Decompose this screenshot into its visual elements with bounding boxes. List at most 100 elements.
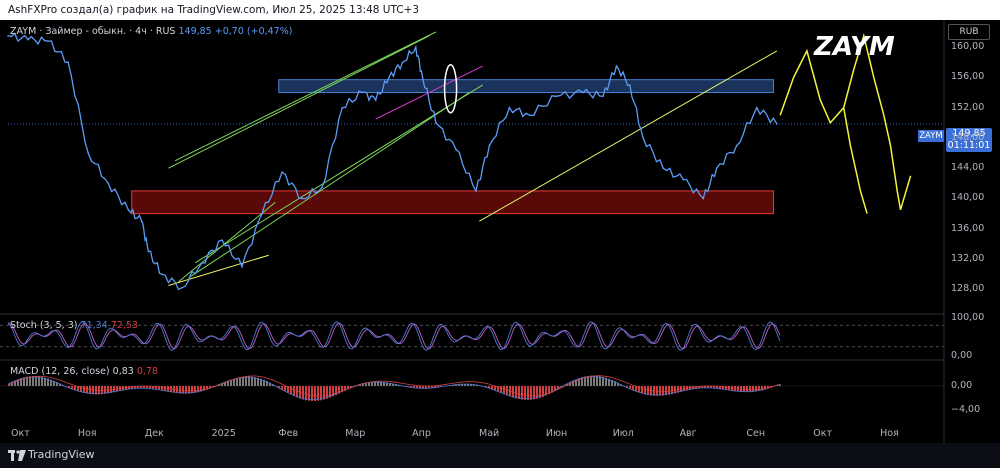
price-point xyxy=(756,106,758,109)
price-point xyxy=(388,76,390,79)
channel-line xyxy=(174,31,437,162)
price-axis-tick: 156,00 xyxy=(951,71,985,83)
price-point xyxy=(27,38,29,41)
macd-histogram-bar xyxy=(179,386,181,394)
price-point xyxy=(682,178,685,181)
macd-histogram-bar xyxy=(515,386,517,399)
macd-signal-value: 0,78 xyxy=(136,366,159,377)
macd-histogram-bar xyxy=(524,386,526,400)
price-axis-tick: 144,00 xyxy=(951,162,985,174)
channel-line xyxy=(168,35,430,169)
price-point xyxy=(628,84,631,86)
price-point xyxy=(702,197,705,200)
price-point xyxy=(528,114,531,117)
macd-histogram-bar xyxy=(641,386,643,394)
macd-histogram-bar xyxy=(527,386,529,400)
drawings xyxy=(8,31,944,286)
macd-histogram-bar xyxy=(500,386,502,393)
price-series-line xyxy=(7,32,778,291)
main-legend: ZAYM · Займер - обыкн. · 4ч · RUS 149,85… xyxy=(10,26,292,37)
time-axis-tick: Фев xyxy=(278,428,299,439)
stoch-k-value: 71,34 xyxy=(80,320,108,331)
macd-legend: MACD (12, 26, close) 0,83 0,78 xyxy=(10,366,158,377)
stoch-legend: Stoch (3, 5, 3) 71,34 72,53 xyxy=(10,320,138,331)
price-axis-tick: 128,00 xyxy=(951,283,985,295)
price-point xyxy=(715,167,718,170)
time-axis-tick: Сен xyxy=(746,428,766,439)
macd-histogram-bar xyxy=(239,377,241,386)
stoch-d-value: 72,53 xyxy=(110,320,138,331)
legend-last: 149,85 xyxy=(178,26,212,37)
indicator-axis-tick: −4,00 xyxy=(951,404,981,415)
price-point xyxy=(87,152,90,154)
price-point xyxy=(241,265,243,268)
stoch-label: Stoch (3, 5, 3) xyxy=(10,320,78,331)
price-point xyxy=(361,91,364,94)
price-point xyxy=(401,61,404,64)
currency-button[interactable]: RUB xyxy=(948,24,990,40)
price-point xyxy=(642,137,644,139)
chart-header: AshFXPro создал(а) график на TradingView… xyxy=(0,0,1000,20)
macd-histogram-bar xyxy=(590,375,592,386)
chart-area[interactable] xyxy=(0,20,1000,443)
macd-histogram-bar xyxy=(314,386,316,401)
channel-line xyxy=(194,84,483,264)
time-axis-tick: Мар xyxy=(345,428,366,439)
price-axis-tick: 140,00 xyxy=(951,192,985,204)
price-point xyxy=(508,106,511,109)
resistance-zone xyxy=(278,79,775,94)
price-axis-tick: 148,00 xyxy=(951,131,985,143)
macd-histogram-bar xyxy=(311,386,313,401)
macd-histogram-bar xyxy=(32,376,34,386)
forecast-lines xyxy=(779,32,912,214)
price-point xyxy=(140,220,143,222)
macd-label: MACD (12, 26, close) xyxy=(10,366,110,377)
indicator-axis-tick: 0,00 xyxy=(951,350,973,361)
time-axis-tick: 2025 xyxy=(211,428,236,439)
macd-histogram-bar xyxy=(530,386,532,400)
price-point xyxy=(221,239,223,241)
macd-histogram-bar xyxy=(245,376,247,386)
macd-panel xyxy=(0,375,944,401)
price-point xyxy=(181,286,183,289)
macd-histogram-bar xyxy=(308,386,310,401)
price-symbol-tag: ZAYM xyxy=(918,130,944,142)
legend-description: · Займер - обыкн. · 4ч · RUS xyxy=(39,26,176,37)
zones xyxy=(131,79,775,215)
forecast-path xyxy=(779,48,868,214)
indicator-axis-tick: 0,00 xyxy=(951,380,973,391)
price-point xyxy=(435,122,437,124)
time-axis-tick: Апр xyxy=(412,428,431,439)
channel-line xyxy=(178,201,276,283)
price-point xyxy=(475,190,477,192)
price-point xyxy=(555,95,558,98)
time-axis-tick: Июн xyxy=(545,428,568,439)
macd-histogram-bar xyxy=(779,384,781,386)
time-axis-tick: Дек xyxy=(144,428,164,439)
price-axis-tick: 152,00 xyxy=(951,101,985,113)
macd-histogram-bar xyxy=(86,386,88,394)
time-axis-tick: Май xyxy=(479,428,500,439)
price-point xyxy=(602,95,604,98)
price-axis-tick: 160,00 xyxy=(951,41,985,53)
legend-symbol: ZAYM xyxy=(10,26,37,37)
price-point xyxy=(735,144,738,147)
price-point xyxy=(67,61,69,64)
price-point xyxy=(107,182,110,185)
macd-histogram-bar xyxy=(293,386,295,397)
time-axis-tick: Ноя xyxy=(880,428,899,439)
price-point xyxy=(321,186,324,188)
macd-histogram-bar xyxy=(305,386,307,401)
price-point xyxy=(201,262,203,264)
price-point xyxy=(281,171,283,173)
ticker-label: ZAYM xyxy=(814,32,895,62)
time-axis-tick: Авг xyxy=(679,428,697,439)
macd-histogram-bar xyxy=(317,386,319,401)
macd-histogram-bar xyxy=(503,386,505,395)
price-point xyxy=(127,209,130,211)
price-point xyxy=(455,148,457,151)
macd-histogram-bar xyxy=(521,386,523,400)
macd-histogram-bar xyxy=(29,376,31,386)
time-axis-tick: Окт xyxy=(813,428,833,439)
price-point xyxy=(582,91,584,94)
